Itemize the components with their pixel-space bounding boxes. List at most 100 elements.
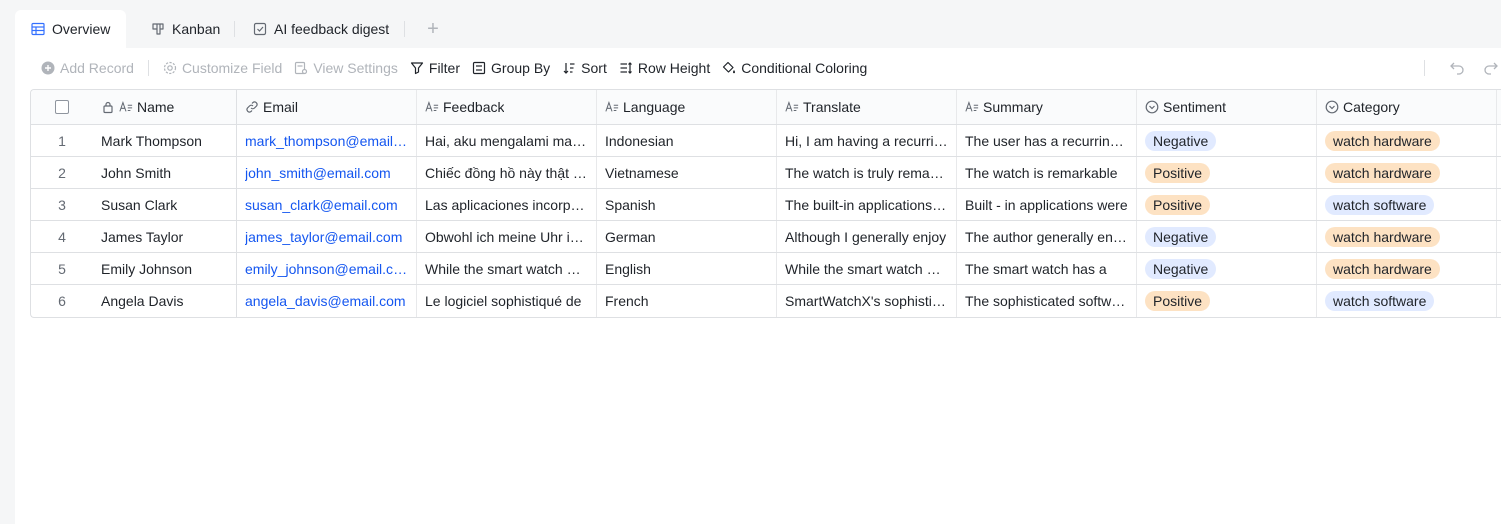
email-link[interactable]: emily_johnson@email.com bbox=[245, 261, 408, 277]
column-header-translate[interactable]: Translate bbox=[777, 90, 957, 124]
group-by-button[interactable]: Group By bbox=[466, 54, 556, 82]
category-cell[interactable]: watch hardware bbox=[1317, 253, 1497, 284]
feedback-text: Obwohl ich meine Uhr im Allgemeinen bbox=[425, 228, 588, 245]
category-cell[interactable]: watch hardware bbox=[1317, 157, 1497, 188]
view-settings-button[interactable]: View Settings bbox=[288, 54, 404, 82]
language-cell[interactable]: Indonesian bbox=[597, 125, 777, 156]
email-cell[interactable]: john_smith@email.com bbox=[237, 157, 417, 188]
row-height-button[interactable]: Row Height bbox=[613, 54, 716, 82]
email-cell[interactable]: james_taylor@email.com bbox=[237, 221, 417, 252]
table-row[interactable]: 3 Susan Clark susan_clark@email.com Las apl… bbox=[31, 189, 1501, 221]
column-header-email[interactable]: Email bbox=[237, 90, 417, 124]
feedback-cell[interactable]: Las aplicaciones incorporadas bbox=[417, 189, 597, 220]
email-cell[interactable]: emily_johnson@email.com bbox=[237, 253, 417, 284]
sentiment-cell[interactable]: Positive bbox=[1137, 157, 1317, 188]
table-row[interactable]: 5 Emily Johnson emily_johnson@email.com Whi… bbox=[31, 253, 1501, 285]
name-cell[interactable]: John Smith bbox=[93, 157, 237, 188]
email-link[interactable]: mark_thompson@email.com bbox=[245, 133, 408, 149]
category-cell[interactable]: watch software bbox=[1317, 285, 1497, 317]
sentiment-cell[interactable]: Positive bbox=[1137, 189, 1317, 220]
translate-cell[interactable]: Although I generally enjoy bbox=[777, 221, 957, 252]
conditional-coloring-button[interactable]: Conditional Coloring bbox=[716, 54, 873, 82]
grid-table-icon bbox=[31, 22, 45, 36]
column-header-language[interactable]: Language bbox=[597, 90, 777, 124]
column-header-category[interactable]: Category bbox=[1317, 90, 1497, 124]
paint-bucket-icon bbox=[723, 61, 736, 74]
sentiment-tag: Positive bbox=[1145, 162, 1211, 183]
column-header-label: Translate bbox=[803, 99, 861, 115]
feedback-cell[interactable]: Le logiciel sophistiqué de bbox=[417, 285, 597, 317]
summary-text: The watch is remarkable bbox=[965, 164, 1118, 181]
summary-cell[interactable]: The watch is remarkable bbox=[957, 157, 1137, 188]
category-cell[interactable]: watch hardware bbox=[1317, 221, 1497, 252]
email-cell[interactable]: angela_davis@email.com bbox=[237, 285, 417, 317]
redo-icon[interactable] bbox=[1483, 59, 1499, 78]
summary-cell[interactable]: Built - in applications were bbox=[957, 189, 1137, 220]
tab-divider bbox=[234, 21, 235, 37]
text-field-icon bbox=[425, 100, 439, 114]
tab-kanban[interactable]: Kanban bbox=[135, 10, 236, 48]
translate-cell[interactable]: The built-in applications are bbox=[777, 189, 957, 220]
language-cell[interactable]: German bbox=[597, 221, 777, 252]
tab-overview[interactable]: Overview bbox=[15, 10, 127, 48]
name-cell[interactable]: Susan Clark bbox=[93, 189, 237, 220]
summary-cell[interactable]: The sophisticated software bbox=[957, 285, 1137, 317]
category-cell[interactable]: watch hardware bbox=[1317, 125, 1497, 156]
text-field-icon bbox=[605, 100, 619, 114]
feedback-cell[interactable]: Hai, aku mengalami masalah bbox=[417, 125, 597, 156]
feedback-cell[interactable]: Obwohl ich meine Uhr im Allgemeinen bbox=[417, 221, 597, 252]
table-row[interactable]: 2 John Smith john_smith@email.com Chiếc đồn… bbox=[31, 157, 1501, 189]
email-link[interactable]: angela_davis@email.com bbox=[245, 293, 406, 309]
add-view-button[interactable]: + bbox=[422, 18, 444, 40]
table-row[interactable]: 6 Angela Davis angela_davis@email.com Le lo… bbox=[31, 285, 1501, 317]
column-header-feedback[interactable]: Feedback bbox=[417, 90, 597, 124]
customize-field-button[interactable]: Customize Field bbox=[157, 54, 288, 82]
select-all-checkbox[interactable] bbox=[55, 100, 69, 114]
summary-cell[interactable]: The user has a recurring issue bbox=[957, 125, 1137, 156]
row-index: 2 bbox=[58, 164, 66, 181]
email-link[interactable]: john_smith@email.com bbox=[245, 165, 391, 181]
sentiment-cell[interactable]: Negative bbox=[1137, 125, 1317, 156]
feedback-cell[interactable]: Chiếc đồng hồ này thật tuyệt bbox=[417, 157, 597, 188]
email-link[interactable]: susan_clark@email.com bbox=[245, 197, 398, 213]
email-cell[interactable]: susan_clark@email.com bbox=[237, 189, 417, 220]
sentiment-cell[interactable]: Negative bbox=[1137, 253, 1317, 284]
language-cell[interactable]: French bbox=[597, 285, 777, 317]
sentiment-cell[interactable]: Positive bbox=[1137, 285, 1317, 317]
summary-text: The smart watch has a bbox=[965, 260, 1107, 277]
main-panel: Overview Kanban AI feedback digest + Add… bbox=[15, 0, 1501, 524]
column-header-summary[interactable]: Summary bbox=[957, 90, 1137, 124]
name-cell[interactable]: Emily Johnson bbox=[93, 253, 237, 284]
tab-ai-feedback-digest[interactable]: AI feedback digest bbox=[237, 10, 405, 48]
category-cell[interactable]: watch software bbox=[1317, 189, 1497, 220]
feedback-cell[interactable]: While the smart watch does bbox=[417, 253, 597, 284]
language-cell[interactable]: Vietnamese bbox=[597, 157, 777, 188]
table-row[interactable]: 4 James Taylor james_taylor@email.com Obwoh… bbox=[31, 221, 1501, 253]
language-cell[interactable]: Spanish bbox=[597, 189, 777, 220]
text-field-icon bbox=[119, 100, 133, 114]
filter-button[interactable]: Filter bbox=[404, 54, 466, 82]
select-all-cell bbox=[31, 90, 93, 124]
plus-icon: + bbox=[427, 17, 439, 40]
name-cell[interactable]: Angela Davis bbox=[93, 285, 237, 317]
translate-cell[interactable]: The watch is truly remarkable bbox=[777, 157, 957, 188]
email-link[interactable]: james_taylor@email.com bbox=[245, 229, 402, 245]
translate-cell[interactable]: SmartWatchX's sophisticated bbox=[777, 285, 957, 317]
language-cell[interactable]: English bbox=[597, 253, 777, 284]
undo-icon[interactable] bbox=[1449, 59, 1465, 78]
translate-cell[interactable]: Hi, I am having a recurring issue bbox=[777, 125, 957, 156]
name-cell[interactable]: James Taylor bbox=[93, 221, 237, 252]
sentiment-cell[interactable]: Negative bbox=[1137, 221, 1317, 252]
feedback-text: Hai, aku mengalami masalah bbox=[425, 132, 588, 149]
name-cell[interactable]: Mark Thompson bbox=[93, 125, 237, 156]
table-row[interactable]: 1 Mark Thompson mark_thompson@email.com Hai… bbox=[31, 125, 1501, 157]
summary-cell[interactable]: The author generally enjoys bbox=[957, 221, 1137, 252]
summary-cell[interactable]: The smart watch has a bbox=[957, 253, 1137, 284]
column-header-name[interactable]: Name bbox=[93, 90, 237, 124]
filter-icon bbox=[410, 62, 423, 75]
column-header-sentiment[interactable]: Sentiment bbox=[1137, 90, 1317, 124]
sort-button[interactable]: Sort bbox=[556, 54, 613, 82]
translate-cell[interactable]: While the smart watch does bbox=[777, 253, 957, 284]
email-cell[interactable]: mark_thompson@email.com bbox=[237, 125, 417, 156]
add-record-button[interactable]: Add Record bbox=[35, 54, 140, 82]
